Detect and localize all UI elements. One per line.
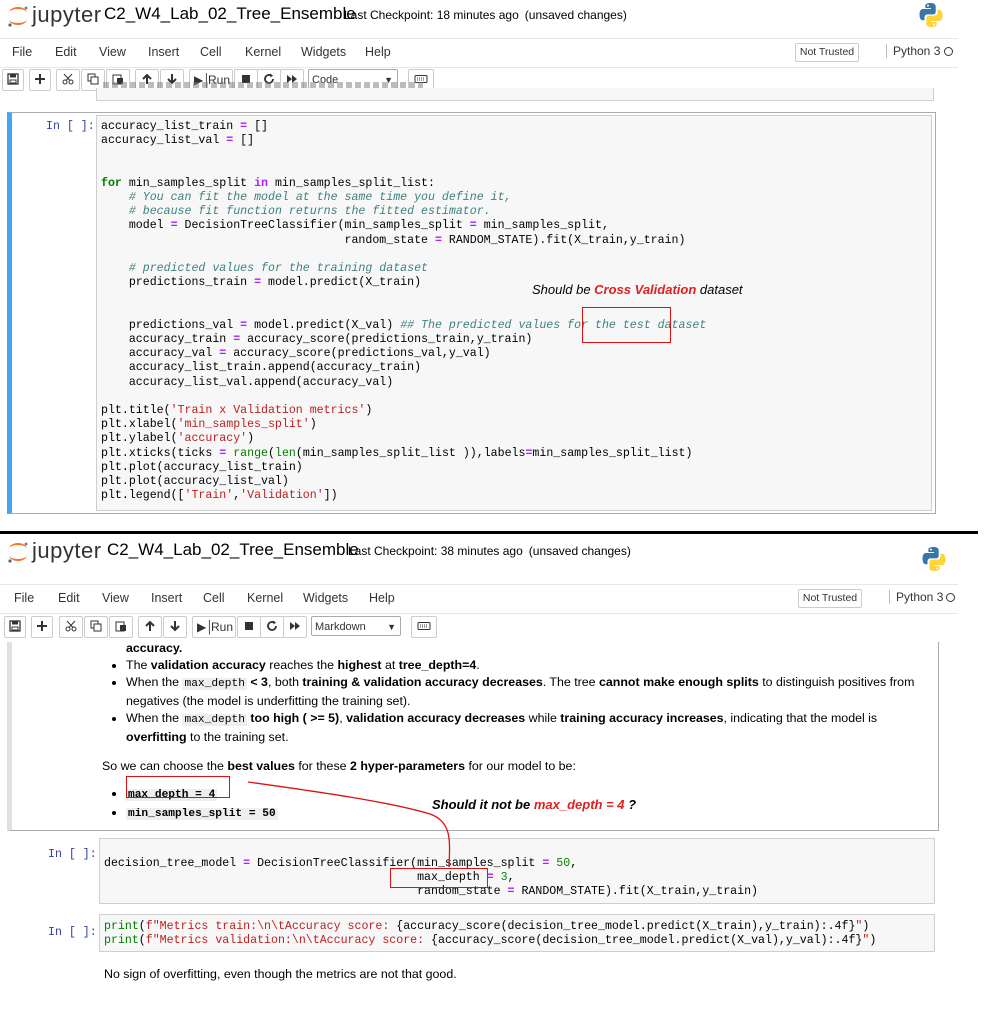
menu-widgets[interactable]: Widgets — [301, 45, 346, 59]
fast-forward-icon — [290, 622, 300, 630]
cut-button[interactable] — [56, 69, 80, 91]
annotation-prefix: Should it not be — [432, 797, 534, 812]
not-trusted-button[interactable]: Not Trusted — [795, 43, 859, 62]
menu-bar: File Edit View Insert Cell Kernel Widget… — [0, 38, 958, 68]
arrow-up-icon — [145, 620, 155, 631]
cell-prompt: In [ ]: — [46, 120, 95, 133]
move-down-button[interactable] — [163, 616, 187, 638]
stop-icon — [245, 622, 253, 630]
notebook-title[interactable]: C2_W4_Lab_02_Tree_Ensemble — [104, 4, 356, 24]
max-depth-annotation: Should it not be max_depth = 4 ? — [432, 797, 636, 812]
checkpoint-info: Last Checkpoint: 18 minutes ago (unsaved … — [344, 8, 627, 22]
restart-icon — [267, 620, 277, 631]
save-button[interactable] — [4, 616, 26, 638]
cut-button[interactable] — [59, 616, 83, 638]
plus-icon — [35, 74, 45, 84]
menu-kernel[interactable]: Kernel — [247, 591, 283, 605]
jupyter-logo-icon — [8, 542, 28, 563]
keyboard-icon — [417, 622, 431, 630]
toolbar: ▶│ Run Markdown ▼ — [0, 616, 958, 640]
menu-cell[interactable]: Cell — [203, 591, 225, 605]
copy-icon — [90, 620, 102, 632]
add-cell-button[interactable] — [29, 69, 51, 91]
chevron-down-icon: ▼ — [387, 622, 396, 632]
unsaved-status: (unsaved changes) — [524, 8, 627, 22]
plus-icon — [37, 621, 47, 631]
copy-button[interactable] — [84, 616, 108, 638]
bottom-screenshot: jupyter C2_W4_Lab_02_Tree_Ensemble Last … — [0, 536, 1001, 1024]
kernel-name[interactable]: Python 3 — [889, 590, 943, 604]
kernel-status-icon — [944, 47, 953, 56]
cross-validation-annotation: Should be Cross Validation dataset — [532, 282, 743, 297]
save-button[interactable] — [2, 69, 24, 91]
run-button[interactable]: ▶│ Run — [192, 616, 236, 638]
menu-insert[interactable]: Insert — [151, 591, 182, 605]
kernel-name[interactable]: Python 3 — [886, 44, 940, 58]
brand-name[interactable]: jupyter — [32, 538, 102, 564]
copy-icon — [87, 73, 99, 85]
menu-edit[interactable]: Edit — [58, 591, 80, 605]
command-palette-button[interactable] — [411, 616, 437, 638]
python-logo-icon — [919, 3, 943, 27]
notebook-title[interactable]: C2_W4_Lab_02_Tree_Ensemble — [107, 540, 359, 560]
final-markdown-text: No sign of overfitting, even though the … — [104, 967, 457, 981]
move-up-button[interactable] — [138, 616, 162, 638]
menu-widgets[interactable]: Widgets — [303, 591, 348, 605]
kernel-status-icon — [946, 593, 955, 602]
unsaved-status: (unsaved changes) — [528, 544, 631, 558]
cell-prompt-2: In [ ]: — [48, 926, 97, 939]
menu-file[interactable]: File — [12, 45, 32, 59]
test-dataset-highlight-box — [582, 307, 671, 343]
menu-view[interactable]: View — [99, 45, 126, 59]
header: jupyter C2_W4_Lab_02_Tree_Ensemble Last … — [0, 0, 1001, 36]
code-input-area[interactable]: accuracy_list_train = [] accuracy_list_v… — [96, 115, 932, 511]
checkpoint-info: Last Checkpoint: 38 minutes ago (unsaved … — [348, 544, 631, 558]
add-cell-button[interactable] — [31, 616, 53, 638]
run-label: Run — [211, 620, 234, 634]
cell-type-select[interactable]: Markdown ▼ — [311, 616, 401, 636]
notebook-area: accuracy. The validation accuracy reache… — [0, 641, 958, 1024]
python-logo-icon — [922, 547, 946, 571]
notebook-area: In [ ]: accuracy_list_train = [] accurac… — [0, 82, 958, 526]
scissors-icon — [62, 73, 74, 85]
save-icon — [9, 620, 21, 632]
screenshot-divider — [0, 531, 978, 534]
menu-edit[interactable]: Edit — [55, 45, 77, 59]
top-screenshot: jupyter C2_W4_Lab_02_Tree_Ensemble Last … — [0, 0, 1001, 526]
menu-view[interactable]: View — [102, 591, 129, 605]
annotation-highlight: max_depth = 4 — [533, 797, 625, 812]
menu-bar: File Edit View Insert Cell Kernel Widget… — [0, 584, 958, 614]
run-all-button[interactable] — [283, 616, 307, 638]
menu-insert[interactable]: Insert — [148, 45, 179, 59]
not-trusted-button[interactable]: Not Trusted — [798, 589, 862, 608]
arrow-down-icon — [170, 621, 180, 632]
restart-button[interactable] — [260, 616, 284, 638]
checkpoint-text: Last Checkpoint: 18 minutes ago — [344, 8, 519, 22]
interrupt-button[interactable] — [237, 616, 261, 638]
cut-off-code — [103, 82, 423, 88]
menu-kernel[interactable]: Kernel — [245, 45, 281, 59]
scissors-icon — [65, 620, 77, 632]
jupyter-logo-icon — [8, 6, 28, 27]
checkpoint-text: Last Checkpoint: 38 minutes ago — [348, 544, 523, 558]
annotation-prefix: Should be — [532, 282, 595, 297]
header: jupyter C2_W4_Lab_02_Tree_Ensemble Last … — [0, 536, 1001, 572]
cell-type-value: Markdown — [315, 621, 366, 633]
save-icon — [7, 73, 19, 85]
menu-file[interactable]: File — [14, 591, 34, 605]
annotation-suffix: dataset — [696, 282, 743, 297]
brand-name[interactable]: jupyter — [32, 2, 102, 28]
paste-button[interactable] — [109, 616, 133, 638]
paste-icon — [115, 621, 126, 632]
menu-cell[interactable]: Cell — [200, 45, 222, 59]
menu-help[interactable]: Help — [369, 591, 395, 605]
previous-cell-tail — [96, 82, 934, 101]
menu-help[interactable]: Help — [365, 45, 391, 59]
annotation-highlight: Cross Validation — [594, 282, 697, 297]
code-content-2: print(f"Metrics train:\n\tAccuracy score… — [104, 920, 877, 948]
code-input-area-2[interactable]: print(f"Metrics train:\n\tAccuracy score… — [99, 914, 935, 952]
annotation-connector — [247, 781, 451, 868]
annotation-suffix: ? — [624, 797, 637, 812]
